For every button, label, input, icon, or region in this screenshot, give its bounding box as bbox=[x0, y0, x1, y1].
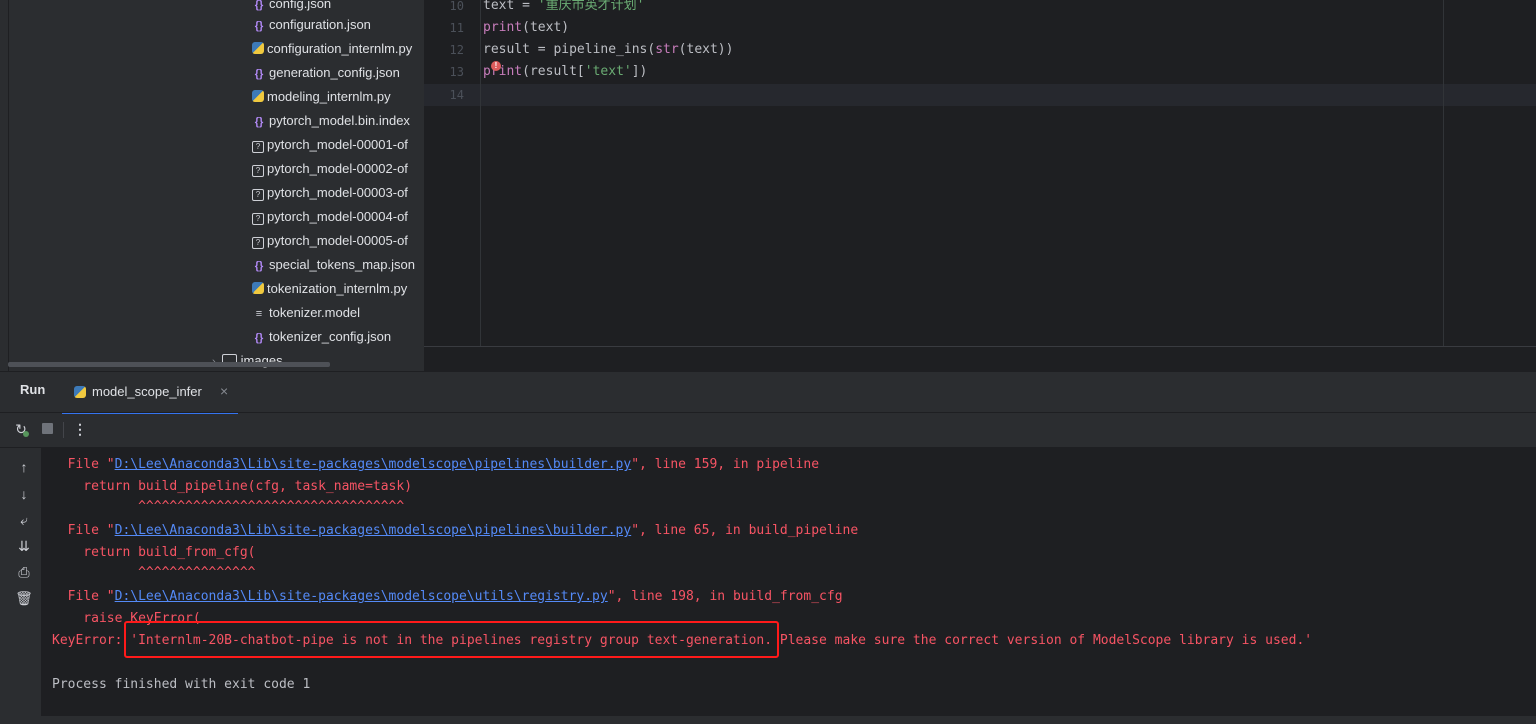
horizontal-scrollbar[interactable] bbox=[8, 362, 330, 367]
json-icon: {} bbox=[254, 332, 264, 344]
tree-folder-images[interactable]: ›images bbox=[212, 350, 283, 371]
tree-item-config-json[interactable]: {} config.json bbox=[252, 0, 331, 15]
python-file-icon bbox=[252, 42, 264, 54]
console-line: return build_from_cfg( bbox=[52, 545, 256, 560]
file-link[interactable]: D:\Lee\Anaconda3\Lib\site-packages\model… bbox=[115, 523, 632, 538]
json-icon: {} bbox=[254, 20, 264, 32]
python-file-icon bbox=[74, 386, 86, 398]
tree-item-configuration-json[interactable]: {} configuration.json bbox=[252, 14, 371, 36]
rerun-icon[interactable]: ↻ bbox=[12, 420, 30, 438]
tree-item-pytorch-model-bin-index[interactable]: {} pytorch_model.bin.index bbox=[252, 110, 410, 132]
unknown-file-icon: ? bbox=[252, 213, 264, 225]
text-file-icon: ≡ bbox=[255, 308, 263, 320]
unknown-file-icon: ? bbox=[252, 165, 264, 177]
unknown-file-icon: ? bbox=[252, 189, 264, 201]
file-link[interactable]: D:\Lee\Anaconda3\Lib\site-packages\model… bbox=[115, 457, 632, 472]
line-number: 13 bbox=[449, 65, 464, 79]
console-line: ^^^^^^^^^^^^^^^ bbox=[52, 565, 256, 580]
tree-item-pytorch-model-00005[interactable]: ? pytorch_model-00005-of bbox=[252, 230, 408, 252]
file-link[interactable]: D:\Lee\Anaconda3\Lib\site-packages\model… bbox=[115, 589, 608, 604]
console-line: File "D:\Lee\Anaconda3\Lib\site-packages… bbox=[52, 457, 820, 472]
tree-item-pytorch-model-00001[interactable]: ? pytorch_model-00001-of bbox=[252, 134, 408, 156]
tree-item-pytorch-model-00004[interactable]: ? pytorch_model-00004-of bbox=[252, 206, 408, 228]
gutter-separator bbox=[480, 0, 481, 347]
highlight-annotation-box bbox=[124, 621, 779, 658]
line-number: 10 bbox=[449, 0, 464, 13]
arrow-up-icon[interactable]: ↑ bbox=[14, 457, 34, 477]
json-icon: {} bbox=[254, 68, 264, 80]
close-icon[interactable]: × bbox=[220, 383, 228, 399]
tree-item-modeling-internlm-py[interactable]: modeling_internlm.py bbox=[252, 86, 391, 108]
console-side-toolbar: ↑ ↓ ⤶ ⇊ ⎙ 🗑 bbox=[8, 448, 40, 724]
tree-item-tokenizer-model[interactable]: ≡ tokenizer.model bbox=[252, 302, 360, 324]
tree-item-generation-config-json[interactable]: {} generation_config.json bbox=[252, 62, 400, 84]
code-line[interactable]: print(result['text']) bbox=[483, 61, 647, 83]
trash-icon[interactable]: 🗑 bbox=[14, 588, 34, 608]
code-line[interactable]: print(text) bbox=[483, 17, 569, 39]
more-options-icon[interactable]: ⋮ bbox=[71, 420, 89, 438]
console-line: File "D:\Lee\Anaconda3\Lib\site-packages… bbox=[52, 523, 859, 538]
unknown-file-icon: ? bbox=[252, 141, 264, 153]
soft-wrap-icon[interactable]: ⤶ bbox=[14, 510, 34, 530]
tree-item-tokenizer-config-json[interactable]: {} tokenizer_config.json bbox=[252, 326, 391, 348]
project-tree-panel: {} config.json {} configuration.json confi… bbox=[0, 0, 424, 371]
tree-item-pytorch-model-00003[interactable]: ? pytorch_model-00003-of bbox=[252, 182, 408, 204]
stop-icon[interactable] bbox=[38, 420, 56, 438]
tree-item-tokenization-internlm-py[interactable]: tokenization_internlm.py bbox=[252, 278, 407, 300]
run-panel-title: Run bbox=[20, 382, 46, 397]
json-icon: {} bbox=[254, 116, 264, 128]
console-line: ^^^^^^^^^^^^^^^^^^^^^^^^^^^^^^^^^^ bbox=[52, 499, 405, 514]
status-strip bbox=[0, 716, 1536, 723]
tool-window-strip bbox=[0, 0, 9, 371]
scroll-to-end-icon[interactable]: ⇊ bbox=[14, 536, 34, 556]
code-line[interactable]: result = pipeline_ins(str(text)) bbox=[483, 39, 733, 61]
line-number: 12 bbox=[449, 43, 464, 57]
line-number: 11 bbox=[449, 21, 464, 35]
divider bbox=[0, 412, 1536, 413]
arrow-down-icon[interactable]: ↓ bbox=[14, 484, 34, 504]
tree-item-pytorch-model-00002[interactable]: ? pytorch_model-00002-of bbox=[252, 158, 408, 180]
tab-label: model_scope_infer bbox=[92, 384, 202, 399]
console-line: return build_pipeline(cfg, task_name=tas… bbox=[52, 479, 413, 494]
toolbar-divider bbox=[63, 422, 64, 438]
python-file-icon bbox=[252, 90, 264, 102]
code-editor[interactable]: 10 11 12 13 14 text = '重庆市英才计划' print(te… bbox=[424, 0, 1536, 347]
json-icon: {} bbox=[254, 260, 264, 272]
unknown-file-icon: ? bbox=[252, 237, 264, 249]
tab-model-scope-infer[interactable]: model_scope_infer × bbox=[62, 372, 238, 414]
error-marker-icon[interactable]: ! bbox=[491, 61, 501, 71]
print-icon[interactable]: ⎙ bbox=[14, 562, 34, 582]
tree-item-configuration-internlm-py[interactable]: configuration_internlm.py bbox=[252, 38, 412, 60]
console-line: File "D:\Lee\Anaconda3\Lib\site-packages… bbox=[52, 589, 843, 604]
current-line-highlight bbox=[424, 84, 1536, 106]
console-output[interactable]: File "D:\Lee\Anaconda3\Lib\site-packages… bbox=[41, 448, 1536, 718]
line-number: 14 bbox=[449, 88, 464, 102]
editor-divider bbox=[424, 346, 1536, 347]
code-line[interactable]: text = '重庆市英才计划' bbox=[483, 0, 644, 17]
process-exit-message: Process finished with exit code 1 bbox=[52, 677, 311, 692]
python-file-icon bbox=[252, 282, 264, 294]
tree-item-special-tokens-map-json[interactable]: {} special_tokens_map.json bbox=[252, 254, 415, 276]
right-margin-guide bbox=[1443, 0, 1444, 347]
run-tool-window: Run model_scope_infer × ↻ ⋮ ↑ ↓ ⤶ ⇊ ⎙ 🗑 … bbox=[0, 371, 1536, 724]
